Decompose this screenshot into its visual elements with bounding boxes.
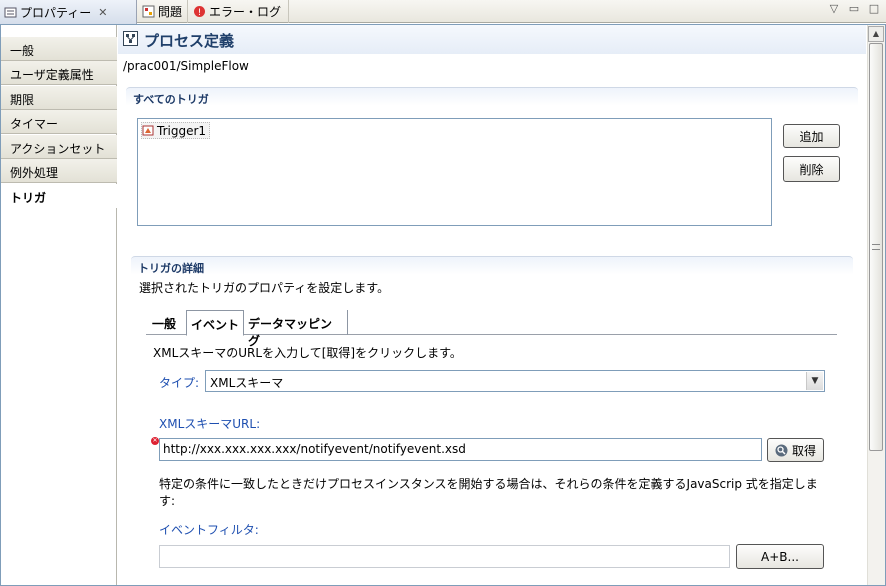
- details-description: 選択されたトリガのプロパティを設定します。: [139, 281, 390, 295]
- trigger-icon: [142, 124, 155, 137]
- svg-text:!: !: [198, 8, 202, 18]
- nav-item-timer[interactable]: タイマー: [1, 110, 117, 134]
- tab-data-mapping[interactable]: データマッピング: [244, 310, 348, 348]
- process-path: /prac001/SimpleFlow: [123, 59, 249, 73]
- view-controls: ▽ ▭ □: [827, 2, 881, 15]
- trigger-list[interactable]: [137, 118, 772, 226]
- delete-button[interactable]: 削除: [783, 156, 840, 182]
- fetch-button[interactable]: 取得: [767, 438, 824, 462]
- nav-item-action-set[interactable]: アクションセット: [1, 135, 117, 159]
- fetch-label: 取得: [791, 443, 816, 458]
- event-filter-label: イベントフィルタ:: [159, 523, 259, 537]
- list-item[interactable]: Trigger1: [141, 122, 211, 139]
- schema-url-input[interactable]: http://xxx.xxx.xxx.xxx/notifyevent/notif…: [159, 438, 762, 461]
- error-icon: ✕: [151, 437, 159, 445]
- tab-event[interactable]: イベント: [186, 310, 244, 336]
- tab-error-log-label: エラー・ログ: [209, 5, 282, 19]
- tab-properties[interactable]: プロパティー ✕: [0, 0, 137, 24]
- process-definition-icon: [123, 31, 138, 49]
- tab-error-log[interactable]: ! エラー・ログ: [189, 0, 289, 23]
- chevron-down-icon[interactable]: ▼: [806, 372, 823, 390]
- nav-item-exception[interactable]: 例外処理: [1, 159, 117, 183]
- fetch-icon: [775, 444, 788, 457]
- schema-url-label: XMLスキーマURL:: [159, 417, 261, 431]
- nav-item-general[interactable]: 一般: [1, 37, 117, 61]
- section-all-triggers-header: すべてのトリガ: [126, 87, 858, 106]
- tab-properties-label: プロパティー: [20, 5, 92, 20]
- tab-problems[interactable]: 問題: [138, 0, 188, 23]
- tab-general[interactable]: 一般: [148, 310, 186, 335]
- error-log-icon: !: [193, 5, 206, 18]
- add-button[interactable]: 追加: [783, 124, 840, 148]
- properties-icon: [4, 6, 17, 19]
- condition-description: 特定の条件に一致したときだけプロセスインスタンスを開始する場合は、それらの条件を…: [159, 477, 818, 508]
- event-instruction: XMLスキーマのURLを入力して[取得]をクリックします。: [153, 346, 462, 360]
- view-menu-icon[interactable]: ▽: [827, 2, 841, 15]
- scroll-up-icon[interactable]: ▲: [868, 26, 884, 42]
- type-label: タイプ:: [159, 376, 200, 390]
- type-select[interactable]: XMLスキーマ: [205, 370, 825, 392]
- expression-editor-button[interactable]: A+B...: [736, 544, 824, 569]
- event-filter-input[interactable]: [159, 545, 730, 568]
- property-section-nav: 一般 ユーザ定義属性 期限 タイマー アクションセット 例外処理 トリガ: [1, 25, 117, 585]
- nav-item-deadline[interactable]: 期限: [1, 86, 117, 110]
- page-title: プロセス定義: [144, 32, 235, 50]
- close-tab-icon[interactable]: ✕: [98, 6, 107, 19]
- nav-item-user-attributes[interactable]: ユーザ定義属性: [1, 61, 117, 85]
- trigger-name: Trigger1: [157, 123, 207, 138]
- scrollbar-grip: [872, 244, 880, 250]
- maximize-icon[interactable]: □: [867, 2, 881, 15]
- problems-icon: [142, 5, 155, 18]
- minimize-icon[interactable]: ▭: [847, 2, 861, 15]
- tab-problems-label: 問題: [158, 5, 183, 19]
- section-trigger-details-header: トリガの詳細: [131, 256, 853, 275]
- nav-item-trigger[interactable]: トリガ: [1, 184, 117, 208]
